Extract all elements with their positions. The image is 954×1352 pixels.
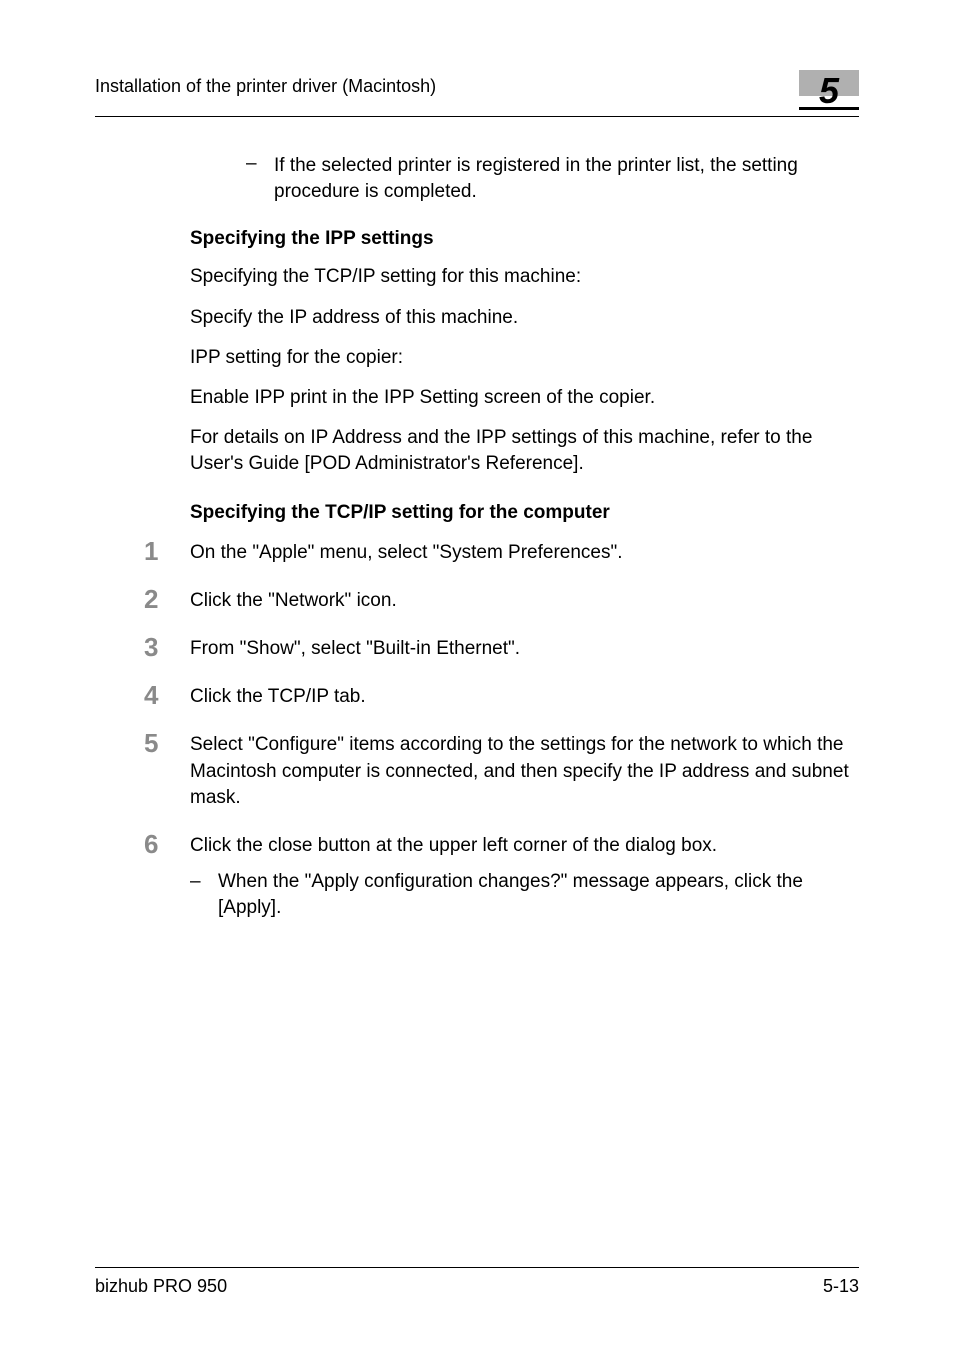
step-4: 4 Click the TCP/IP tab. <box>144 682 859 710</box>
step-body: Click the "Network" icon. <box>190 586 397 614</box>
section-heading-ipp: Specifying the IPP settings <box>190 228 859 250</box>
bullet-dash: – <box>190 869 218 920</box>
page-footer: bizhub PRO 950 5-13 <box>95 1267 859 1297</box>
step-body: On the "Apple" menu, select "System Pref… <box>190 538 623 566</box>
bullet-dash: – <box>246 153 274 204</box>
step6-sub-bullet: – When the "Apply configuration changes?… <box>190 869 859 920</box>
step-number: 6 <box>144 831 190 921</box>
section1-p1: Specifying the TCP/IP setting for this m… <box>190 264 859 290</box>
running-header: Installation of the printer driver (Maci… <box>95 70 436 97</box>
step-body: From "Show", select "Built-in Ethernet". <box>190 634 520 662</box>
step-number: 5 <box>144 730 190 811</box>
step-6: 6 Click the close button at the upper le… <box>144 831 859 921</box>
product-name: bizhub PRO 950 <box>95 1276 227 1297</box>
step-2: 2 Click the "Network" icon. <box>144 586 859 614</box>
step-number: 4 <box>144 682 190 710</box>
step-body: Click the TCP/IP tab. <box>190 682 366 710</box>
step-body: Click the close button at the upper left… <box>190 831 859 921</box>
step-3: 3 From "Show", select "Built-in Ethernet… <box>144 634 859 662</box>
section-heading-tcpip: Specifying the TCP/IP setting for the co… <box>190 502 859 524</box>
section1-p2: Specify the IP address of this machine. <box>190 305 859 331</box>
step6-sub-text: When the "Apply configuration changes?" … <box>218 869 859 920</box>
step-number: 3 <box>144 634 190 662</box>
step-number: 2 <box>144 586 190 614</box>
section1-p3: IPP setting for the copier: <box>190 345 859 371</box>
header-rule <box>95 116 859 117</box>
step-number: 1 <box>144 538 190 566</box>
page-number: 5-13 <box>823 1276 859 1297</box>
intro-sub-bullet: – If the selected printer is registered … <box>190 153 859 204</box>
section1-p4: Enable IPP print in the IPP Setting scre… <box>190 385 859 411</box>
intro-bullet-text: If the selected printer is registered in… <box>274 153 859 204</box>
main-content: – If the selected printer is registered … <box>95 153 859 921</box>
step-1: 1 On the "Apple" menu, select "System Pr… <box>144 538 859 566</box>
step6-text: Click the close button at the upper left… <box>190 835 717 856</box>
step-body: Select "Configure" items according to th… <box>190 730 859 811</box>
chapter-number: 5 <box>819 70 839 112</box>
footer-rule <box>95 1267 859 1268</box>
step-5: 5 Select "Configure" items according to … <box>144 730 859 811</box>
chapter-badge: 5 <box>799 70 859 110</box>
section1-p5: For details on IP Address and the IPP se… <box>190 425 859 477</box>
